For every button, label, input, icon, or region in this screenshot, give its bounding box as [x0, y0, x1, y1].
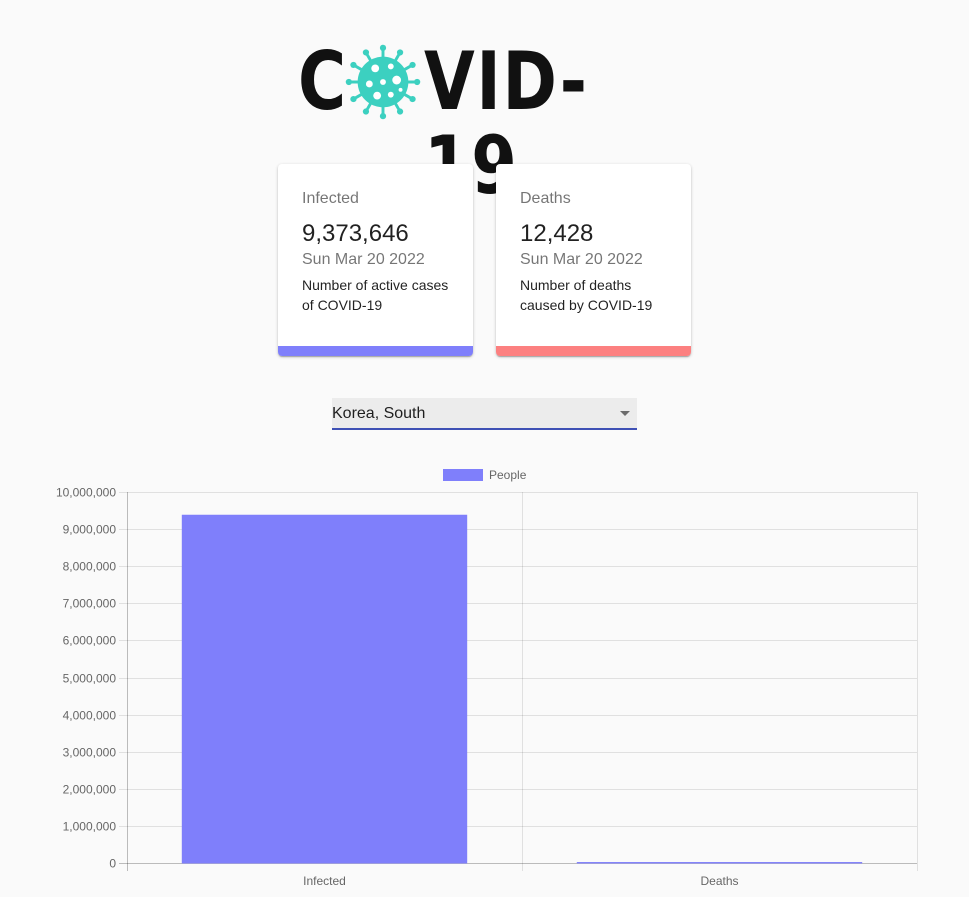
- infected-card-value: 9,373,646: [302, 220, 409, 247]
- y-tick-label: 1,000,000: [63, 820, 117, 834]
- infected-card: Infected 9,373,646 Sun Mar 20 2022 Numbe…: [278, 164, 473, 356]
- deaths-card-accent-bar: [496, 346, 691, 356]
- deaths-card-date: Sun Mar 20 2022: [520, 251, 643, 268]
- deaths-card-title: Deaths: [520, 190, 571, 207]
- x-tick-label: Deaths: [700, 874, 738, 888]
- infected-card-title: Infected: [302, 190, 359, 207]
- y-tick-label: 3,000,000: [63, 746, 117, 760]
- x-tick-label: Infected: [303, 874, 346, 888]
- y-tick-label: 2,000,000: [63, 783, 117, 797]
- country-select-value: Korea, South: [332, 405, 426, 422]
- legend-label: People: [489, 468, 527, 482]
- legend-swatch: [443, 469, 483, 481]
- virus-icon: [345, 44, 421, 120]
- bar-infected[interactable]: [181, 514, 468, 864]
- deaths-card-value: 12,428: [520, 220, 594, 247]
- y-tick-label: 0: [109, 857, 116, 871]
- country-select[interactable]: Korea, South: [332, 398, 637, 430]
- deaths-card: Deaths 12,428 Sun Mar 20 2022 Number of …: [496, 164, 691, 356]
- infected-card-date: Sun Mar 20 2022: [302, 251, 425, 268]
- covid-19-logo: C VID-19: [298, 35, 674, 208]
- infected-card-accent-bar: [278, 346, 473, 356]
- y-tick-label: 6,000,000: [63, 634, 117, 648]
- logo-letter-c: C: [298, 35, 348, 128]
- y-tick-label: 4,000,000: [63, 709, 117, 723]
- deaths-card-description: Number of deaths caused by COVID-19: [520, 277, 653, 313]
- y-tick-label: 8,000,000: [63, 560, 117, 574]
- y-tick-label: 10,000,000: [56, 486, 116, 500]
- dropdown-arrow-icon: [620, 411, 630, 416]
- infected-card-description: Number of active cases of COVID-19: [302, 277, 449, 313]
- y-tick-label: 5,000,000: [63, 672, 117, 686]
- y-tick-label: 7,000,000: [63, 597, 117, 611]
- y-tick-label: 9,000,000: [63, 523, 117, 537]
